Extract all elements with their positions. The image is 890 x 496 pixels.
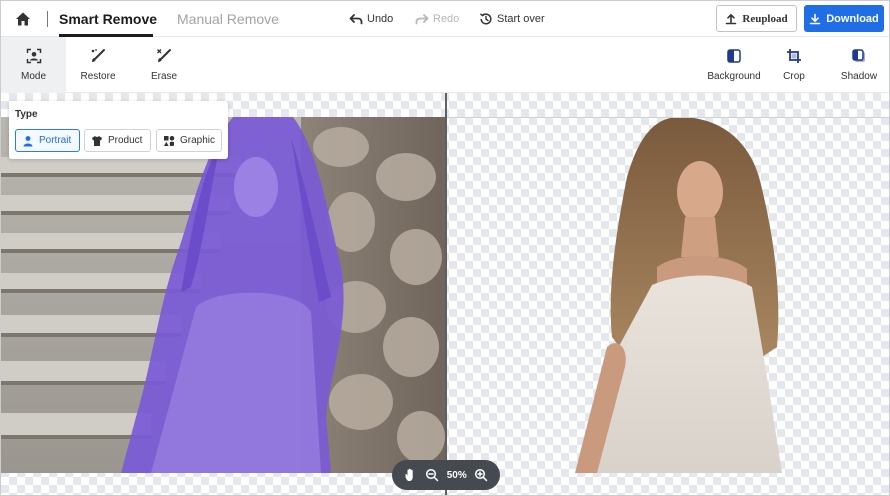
- redo-label: Redo: [433, 13, 460, 25]
- reupload-button[interactable]: Reupload: [716, 5, 797, 32]
- zoom-out-icon[interactable]: [425, 468, 439, 482]
- redo-icon: [415, 14, 429, 25]
- compare-divider-handle[interactable]: [445, 93, 447, 495]
- type-product-button[interactable]: Product: [84, 129, 151, 152]
- type-graphic-button[interactable]: Graphic: [156, 129, 222, 152]
- type-portrait-label: Portrait: [39, 135, 72, 146]
- type-portrait-button[interactable]: Portrait: [15, 129, 80, 152]
- crop-icon: [787, 49, 801, 63]
- history-clock-icon: [480, 13, 492, 25]
- download-button[interactable]: Download: [804, 5, 884, 32]
- tab-smart-remove[interactable]: Smart Remove: [59, 10, 157, 28]
- tool-shadow-label: Shadow: [840, 71, 878, 82]
- portrait-icon: [23, 135, 33, 146]
- tool-background[interactable]: Background: [701, 37, 767, 93]
- tool-restore-label: Restore: [80, 71, 116, 82]
- original-photo: [1, 117, 446, 473]
- restore-brush-icon: [91, 49, 105, 62]
- tool-erase-label: Erase: [150, 71, 178, 82]
- mode-icon: [26, 48, 41, 64]
- canvas-edge-line: [447, 117, 889, 118]
- type-panel: Type Portrait Product Graphic: [9, 101, 228, 159]
- undo-button[interactable]: Undo: [349, 11, 393, 27]
- home-icon[interactable]: [13, 9, 33, 29]
- background-icon: [727, 49, 741, 63]
- start-over-button[interactable]: Start over: [479, 11, 545, 27]
- result-image-preview[interactable]: [447, 117, 889, 473]
- cutout-photo: [575, 117, 782, 473]
- type-graphic-label: Graphic: [179, 135, 215, 146]
- upload-icon: [726, 13, 737, 24]
- download-icon: [809, 13, 821, 24]
- tool-crop[interactable]: Crop: [771, 37, 817, 93]
- tool-mode-label: Mode: [20, 71, 46, 82]
- graphic-icon: [163, 135, 175, 146]
- hand-pan-icon[interactable]: [404, 468, 418, 482]
- tab-manual-remove[interactable]: Manual Remove: [177, 10, 279, 28]
- tool-background-label: Background: [707, 71, 761, 82]
- reupload-label: Reupload: [742, 12, 788, 25]
- type-product-label: Product: [108, 135, 143, 146]
- tool-shadow[interactable]: Shadow: [833, 37, 885, 93]
- tool-mode[interactable]: Mode: [1, 37, 66, 93]
- divider: [47, 11, 48, 27]
- tool-crop-label: Crop: [783, 71, 805, 82]
- start-over-label: Start over: [497, 13, 545, 25]
- top-bar: Smart Remove Manual Remove Undo Redo Sta…: [1, 1, 889, 37]
- zoom-in-icon[interactable]: [474, 468, 488, 482]
- erase-brush-icon: [157, 49, 171, 62]
- redo-button[interactable]: Redo: [415, 11, 459, 27]
- app-window: Smart Remove Manual Remove Undo Redo Sta…: [0, 0, 890, 496]
- zoom-controls: 50%: [392, 460, 500, 490]
- undo-label: Undo: [367, 13, 394, 25]
- tool-restore[interactable]: Restore: [67, 37, 129, 93]
- type-panel-title: Type: [15, 109, 38, 120]
- shirt-icon: [92, 135, 102, 146]
- toolbar: Mode Restore Erase Background Crop Shado…: [1, 37, 889, 93]
- zoom-level: 50%: [446, 469, 467, 481]
- shadow-icon: [852, 49, 865, 62]
- download-label: Download: [826, 12, 879, 25]
- undo-icon: [349, 14, 363, 25]
- original-image-preview[interactable]: [1, 117, 446, 473]
- tool-erase[interactable]: Erase: [133, 37, 195, 93]
